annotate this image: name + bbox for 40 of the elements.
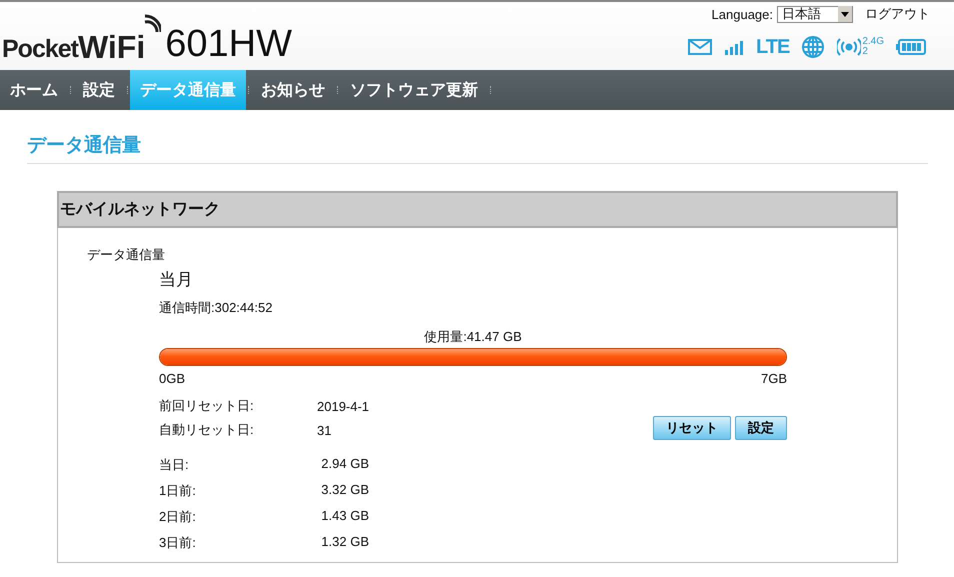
day-value: 3.32 GB [320,482,369,499]
page-title: データ通信量 [27,132,928,164]
nav-tab[interactable]: 設定 [73,70,125,110]
day-value: 1.43 GB [320,508,369,525]
day-label: 2日前: [159,508,197,526]
scale-max: 7GB [760,371,787,386]
wifi-band-label: 2.4G [862,37,884,47]
globe-icon [801,35,826,59]
nav-tab[interactable]: お知らせ [251,70,335,110]
action-button[interactable]: 設定 [735,416,787,440]
reset-value: 31 [317,422,332,438]
day-label: 当日: [159,456,190,474]
language-label: Language: [712,6,773,22]
language-select[interactable]: 日本語 [777,6,853,22]
reset-label: 自動リセット日: [159,421,255,439]
scale-min: 0GB [159,371,186,386]
period-label: 当月 [159,269,194,291]
logout-link[interactable]: ログアウト [865,5,930,23]
network-type: LTE [756,36,790,58]
usage-text: 使用量:41.47 GB [423,328,523,346]
panel-header: モバイルネットワーク [57,191,898,228]
day-value: 2.94 GB [320,456,369,473]
day-label: 3日前: [159,534,197,552]
section-label: データ通信量 [87,246,166,264]
action-button[interactable]: リセット [653,416,731,440]
battery-icon [896,39,926,55]
day-value: 1.32 GB [320,534,369,551]
signal-icon [724,39,744,55]
nav-tab[interactable]: ホーム [0,70,68,110]
mail-icon [688,39,712,55]
nav-tab[interactable]: ソフトウェア更新 [340,70,488,110]
day-label: 1日前: [159,482,197,500]
duration-text: 通信時間:302:44:52 [159,299,274,317]
wifi-client-count: 2 [862,47,869,57]
wireless-icon [837,37,862,57]
reset-label: 前回リセット日: [159,397,255,415]
logo-text: WiFi [78,30,146,64]
logo-text: Pocket [2,35,78,64]
model-name: 601HW [165,24,292,64]
reset-value: 2019-4-1 [317,398,370,414]
